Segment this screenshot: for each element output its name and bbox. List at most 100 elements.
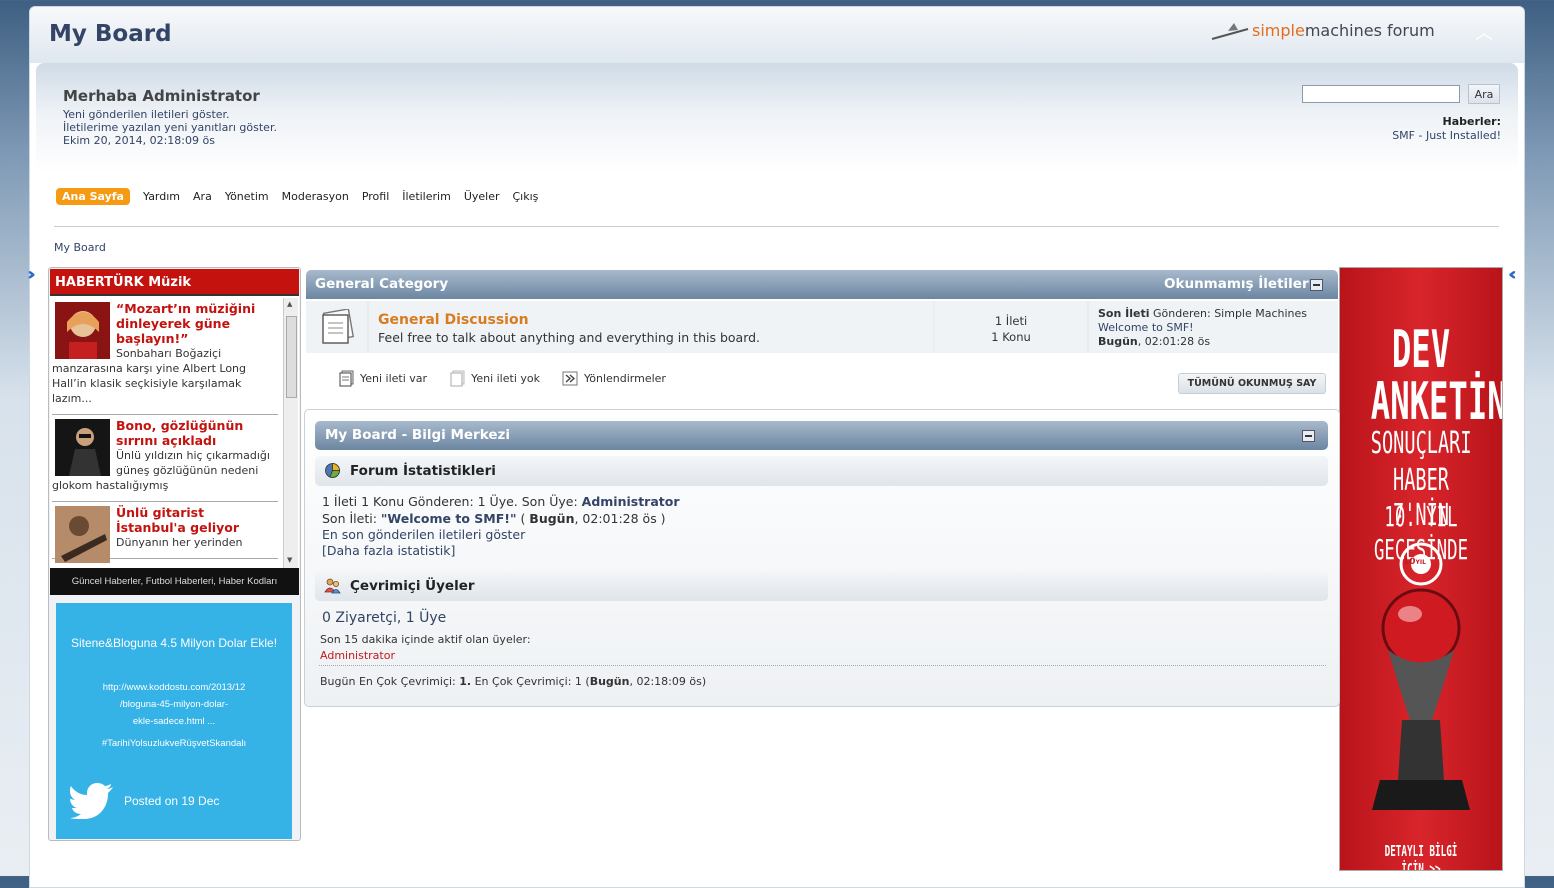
last-post-time: , 02:01:28 ös — [1137, 335, 1211, 348]
last-post-topic-link[interactable]: Welcome to SMF! — [1098, 321, 1307, 335]
info-center-header: My Board - Bilgi Merkezi — [315, 421, 1328, 450]
tweet-url[interactable]: http://www.koddostu.com/2013/12 /bloguna… — [66, 679, 282, 730]
stats-line-2: Son İleti: "Welcome to SMF!" ( Bugün, 02… — [322, 511, 666, 526]
top-bar: My Board simplemachines forum ︿ — [30, 7, 1524, 63]
twitter-widget[interactable]: Sitene&Bloguna 4.5 Milyon Dolar Ekle! ht… — [56, 603, 292, 839]
board-description: Feel free to talk about anything and eve… — [378, 330, 761, 345]
ad-badge-number: 10 — [1403, 557, 1416, 567]
show-new-replies-link[interactable]: İletilerime yazılan yeni yanıtları göste… — [63, 121, 277, 134]
unread-posts-link[interactable]: Okunmamış İletiler — [1164, 276, 1309, 292]
most-online-prefix: Bugün En Çok Çevrimiçi: — [320, 675, 460, 688]
legend-no-new-posts-label: Yeni ileti yok — [471, 372, 540, 385]
last-post-label: Son İleti — [1098, 307, 1150, 320]
logo-machines: machines — [1304, 21, 1382, 40]
menu-help[interactable]: Yardım — [143, 190, 180, 203]
user-greeting: Merhaba Administrator — [63, 87, 260, 105]
breadcrumb[interactable]: My Board — [54, 241, 106, 254]
smf-logo[interactable]: simplemachines forum — [1210, 19, 1455, 45]
show-new-posts-link[interactable]: Yeni gönderilen iletileri göster. — [63, 108, 230, 121]
stats-line-1: 1 İleti 1 Konu Gönderen: 1 Üye. Son Üye:… — [322, 494, 680, 509]
news-scrollbar[interactable]: ▲ ▼ — [283, 298, 298, 568]
news-thumbnail — [55, 302, 110, 359]
logo-simple: simple — [1252, 21, 1305, 40]
tweet-title: Sitene&Bloguna 4.5 Milyon Dolar Ekle! — [70, 636, 278, 650]
news-label: Haberler: — [1442, 115, 1501, 128]
online-count[interactable]: 0 Ziyaretçi, 1 Üye — [322, 610, 446, 626]
forum-stats-header: Forum İstatistikleri — [315, 456, 1328, 486]
board-row: General Discussion Feel free to talk abo… — [306, 301, 1338, 353]
mark-all-read-button[interactable]: TÜMÜNÜ OKUNMUŞ SAY — [1178, 373, 1326, 394]
left-sidebar: HABERTÜRK Müzik “Mozart’ın müziğini dinl… — [48, 267, 301, 841]
tweet-url-line: http://www.koddostu.com/2013/12 — [102, 682, 246, 693]
board-topic-count: 1 Konu — [991, 330, 1031, 344]
redirect-icon — [562, 371, 578, 386]
forum-stats-title[interactable]: Forum İstatistikleri — [350, 463, 496, 479]
main-menu: Ana Sayfa Yardım Ara Yönetim Moderasyon … — [56, 186, 551, 206]
last-post-open: ( — [516, 511, 530, 526]
last-post-time-info: , 02:01:28 ös ) — [574, 511, 666, 526]
advertisement-banner[interactable]: DEV ANKETİN SONUÇLARI HABER 7'NİN 10. YI… — [1339, 267, 1503, 871]
tweet-hashtag[interactable]: #TarihiYolsuzlukveRüşvetSkandalı — [66, 738, 282, 749]
news-item[interactable]: Bono, gözlüğünün sırrını açıkladı Ünlü y… — [52, 415, 278, 502]
news-thumbnail — [55, 506, 110, 563]
board-last-post: Son İleti Gönderen: Simple Machines Welc… — [1098, 307, 1307, 349]
category-header: General Category Okunmamış İletiler — [306, 270, 1338, 299]
menu-home[interactable]: Ana Sayfa — [56, 187, 130, 205]
news-item[interactable]: “Mozart’ın müziğini dinleyerek güne başl… — [52, 298, 278, 415]
forum-title[interactable]: My Board — [49, 21, 172, 47]
latest-member-link[interactable]: Administrator — [582, 494, 680, 509]
users-online-icon — [324, 578, 341, 594]
scroll-down-icon[interactable]: ▼ — [287, 556, 292, 564]
news-item[interactable]: Ünlü gitarist İstanbul'a geliyor Dünyanı… — [52, 502, 278, 563]
more-stats-link[interactable]: [Daha fazla istatistik] — [322, 543, 455, 558]
menu-logout[interactable]: Çıkış — [513, 190, 539, 203]
menu-admin[interactable]: Yönetim — [225, 190, 269, 203]
info-center: My Board - Bilgi Merkezi Forum İstatisti… — [304, 409, 1340, 707]
expand-left-icon[interactable]: ›› — [27, 264, 36, 285]
menu-messages[interactable]: İletilerim — [402, 190, 451, 203]
online-recent-label: Son 15 dakika içinde aktif olan üyeler: — [320, 633, 531, 646]
tweet-url-line: ekle-sadece.html ... — [132, 716, 216, 727]
recent-posts-link[interactable]: En son gönderilen iletileri göster — [322, 527, 525, 542]
menu-members[interactable]: Üyeler — [464, 190, 500, 203]
ad-line-3: SONUÇLARI — [1370, 426, 1472, 461]
last-post-topic[interactable]: "Welcome to SMF!" — [381, 511, 517, 526]
menu-profile[interactable]: Profil — [362, 190, 389, 203]
board-post-count: 1 İleti — [994, 314, 1028, 328]
board-no-new-posts-icon[interactable] — [317, 309, 357, 345]
category-title[interactable]: General Category — [315, 276, 448, 292]
ad-badge: 10YIL — [1403, 557, 1426, 567]
ad-trophy-icon — [1372, 542, 1470, 810]
last-post-today: Bugün — [529, 511, 575, 526]
menu-search[interactable]: Ara — [193, 190, 212, 203]
collapse-header-icon[interactable]: ︿ — [1475, 19, 1493, 45]
expand-right-icon[interactable]: ‹‹ — [1508, 264, 1517, 285]
online-member-link[interactable]: Administrator — [320, 649, 395, 662]
current-date: Ekim 20, 2014, 02:18:09 ös — [63, 134, 215, 147]
search-input[interactable] — [1302, 85, 1460, 103]
most-online-mid: En Çok Çevrimiçi: 1 ( — [471, 675, 590, 688]
search-button[interactable]: Ara — [1468, 84, 1500, 104]
news-text: SMF - Just Installed! — [1392, 129, 1501, 142]
haberturk-footer[interactable]: Güncel Haberler, Futbol Haberleri, Haber… — [50, 568, 299, 595]
online-users-title[interactable]: Çevrimiçi Üyeler — [350, 578, 475, 594]
legend-new-posts-label: Yeni ileti var — [360, 372, 428, 385]
ad-headline-1: DEV — [1391, 320, 1451, 380]
scrollbar-thumb[interactable] — [286, 316, 297, 398]
news-thumbnail — [55, 419, 110, 476]
ad-cta[interactable]: DETAYLI BİLGİ İÇİN >> — [1371, 842, 1471, 870]
online-users-header: Çevrimiçi Üyeler — [315, 571, 1328, 601]
tweet-posted-date: Posted on 19 Dec — [124, 794, 220, 808]
haberturk-widget: HABERTÜRK Müzik “Mozart’ın müziğini dinl… — [50, 269, 299, 595]
ad-badge-yil: YIL — [1415, 559, 1426, 566]
most-online-line: Bugün En Çok Çevrimiçi: 1. En Çok Çevrim… — [320, 675, 706, 688]
scroll-up-icon[interactable]: ▲ — [287, 300, 292, 308]
haberturk-title[interactable]: HABERTÜRK Müzik — [50, 269, 299, 296]
board-name-link[interactable]: General Discussion — [378, 312, 529, 328]
collapse-category-icon[interactable] — [1310, 279, 1323, 291]
menu-moderation[interactable]: Moderasyon — [282, 190, 349, 203]
online-divider — [319, 665, 1326, 666]
board-icon-cell — [306, 301, 367, 353]
board-stats: 1 İleti 1 Konu — [935, 301, 1087, 353]
collapse-info-center-icon[interactable] — [1302, 430, 1315, 442]
